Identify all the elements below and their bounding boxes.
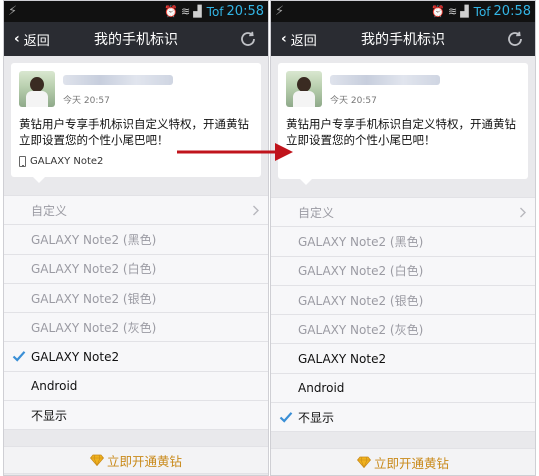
status-indicators: ⏰ ≋ ▟ Tof 20:58 [431, 4, 531, 19]
back-button[interactable]: ‹ 返回 [271, 22, 317, 56]
refresh-icon[interactable] [505, 29, 525, 49]
back-chevron-icon: ‹ [281, 31, 287, 47]
status-indicators: ⏰ ≋ ▟ Tof 20:58 [164, 4, 264, 19]
option-label: Android [31, 378, 78, 393]
option-label: GALAXY Note2 (黑色) [31, 232, 157, 247]
avatar [19, 71, 55, 107]
phone-screen-before: ⚡ ⏰ ≋ ▟ Tof 20:58 ‹ 返回 我的手机标识 今天 20:57 黄… [3, 0, 269, 476]
option-item[interactable]: GALAXY Note2 (银色) [4, 284, 268, 314]
option-label: 自定义 [31, 203, 68, 218]
diamond-icon [356, 456, 371, 469]
option-item[interactable]: GALAXY Note2 (白色) [4, 255, 268, 284]
option-item[interactable]: Android [271, 374, 535, 404]
option-item[interactable]: 自定义 [271, 198, 535, 228]
alarm-icon: ⏰ [164, 5, 178, 18]
option-item[interactable]: GALAXY Note2 (灰色) [271, 315, 535, 345]
avatar [286, 71, 322, 107]
title-bar: ‹ 返回 我的手机标识 [4, 22, 268, 56]
option-item[interactable]: GALAXY Note2 (白色) [271, 257, 535, 286]
status-bar: ⚡ ⏰ ≋ ▟ Tof 20:58 [271, 1, 535, 22]
card-header: 今天 20:57 [19, 71, 253, 107]
back-chevron-icon: ‹ [14, 31, 20, 47]
bolt-icon: ⚡ [8, 4, 18, 19]
device-label: GALAXY Note2 [30, 156, 104, 167]
option-label: GALAXY Note2 (白色) [31, 262, 157, 277]
wifi-icon: ≋ [447, 5, 458, 18]
status-bar: ⚡ ⏰ ≋ ▟ Tof 20:58 [4, 1, 268, 22]
option-item[interactable]: GALAXY Note2 [4, 342, 268, 372]
option-label: Android [298, 380, 345, 395]
signal-icon: ▟ [193, 5, 202, 18]
option-label: GALAXY Note2 (银色) [31, 291, 157, 306]
preview-card: 今天 20:57 黄钻用户专享手机标识自定义特权，开通黄钻立即设置您的个性小尾巴… [278, 63, 528, 185]
option-label: GALAXY Note2 (灰色) [298, 322, 424, 337]
back-label: 返回 [23, 33, 50, 49]
wifi-icon: ≋ [180, 5, 191, 18]
option-label: 自定义 [298, 205, 335, 220]
open-yellow-diamond-button[interactable]: 立即开通黄钻 [4, 446, 268, 475]
card-header: 今天 20:57 [286, 71, 520, 107]
arrow-right-icon [177, 143, 293, 161]
phone-icon [19, 156, 26, 167]
option-item[interactable]: Android [4, 372, 268, 402]
option-list: 自定义 GALAXY Note2 (黑色) GALAXY Note2 (白色) GAL… [271, 197, 535, 433]
option-item[interactable]: GALAXY Note2 (银色) [271, 286, 535, 316]
check-icon [279, 412, 293, 423]
card-tail [33, 177, 45, 183]
option-item[interactable]: 不显示 [271, 403, 535, 433]
check-icon [12, 351, 26, 363]
option-label: 不显示 [298, 410, 335, 425]
blurred-username [63, 75, 173, 85]
open-button-label: 立即开通黄钻 [373, 455, 449, 471]
option-item[interactable]: GALAXY Note2 (灰色) [4, 313, 268, 343]
device-tag [286, 156, 520, 169]
chevron-right-icon [520, 207, 526, 218]
blurred-username [330, 75, 440, 85]
open-yellow-diamond-button[interactable]: 立即开通黄钻 [271, 448, 535, 475]
post-text: 黄钻用户专享手机标识自定义特权，开通黄钻立即设置您的个性小尾巴吧！ [286, 117, 516, 147]
back-label: 返回 [290, 33, 317, 49]
post-time: 今天 20:57 [330, 96, 377, 106]
option-label: GALAXY Note2 (白色) [298, 264, 424, 279]
option-label: GALAXY Note2 [298, 351, 387, 366]
chevron-right-icon [253, 205, 259, 216]
option-label: GALAXY Note2 (银色) [298, 293, 424, 308]
option-label: GALAXY Note2 (黑色) [298, 234, 424, 249]
post-time: 今天 20:57 [63, 96, 110, 106]
option-label: 不显示 [31, 408, 68, 423]
option-item[interactable]: GALAXY Note2 (黑色) [271, 227, 535, 257]
status-brand: Tof [206, 4, 224, 19]
status-brand: Tof [473, 4, 491, 19]
signal-icon: ▟ [460, 5, 469, 18]
bolt-icon: ⚡ [275, 4, 285, 19]
phone-screen-after: ⚡ ⏰ ≋ ▟ Tof 20:58 ‹ 返回 我的手机标识 今天 20:57 黄… [270, 0, 536, 476]
title-bar: ‹ 返回 我的手机标识 [271, 22, 535, 56]
option-list: 自定义 GALAXY Note2 (黑色) GALAXY Note2 (白色) GAL… [4, 195, 268, 431]
option-item[interactable]: 不显示 [4, 401, 268, 431]
refresh-icon[interactable] [238, 29, 258, 49]
status-time: 20:58 [493, 4, 531, 19]
option-item[interactable]: 自定义 [4, 196, 268, 226]
status-time: 20:58 [226, 4, 264, 19]
option-label: GALAXY Note2 (灰色) [31, 320, 157, 335]
option-item[interactable]: GALAXY Note2 [271, 344, 535, 374]
open-button-label: 立即开通黄钻 [106, 453, 182, 469]
option-item[interactable]: GALAXY Note2 (黑色) [4, 225, 268, 255]
alarm-icon: ⏰ [431, 5, 445, 18]
diamond-icon [89, 454, 104, 467]
post-meta: 今天 20:57 [63, 71, 253, 107]
back-button[interactable]: ‹ 返回 [4, 22, 50, 56]
card-tail [300, 179, 312, 185]
post-meta: 今天 20:57 [330, 71, 520, 107]
option-label: GALAXY Note2 [31, 349, 120, 364]
